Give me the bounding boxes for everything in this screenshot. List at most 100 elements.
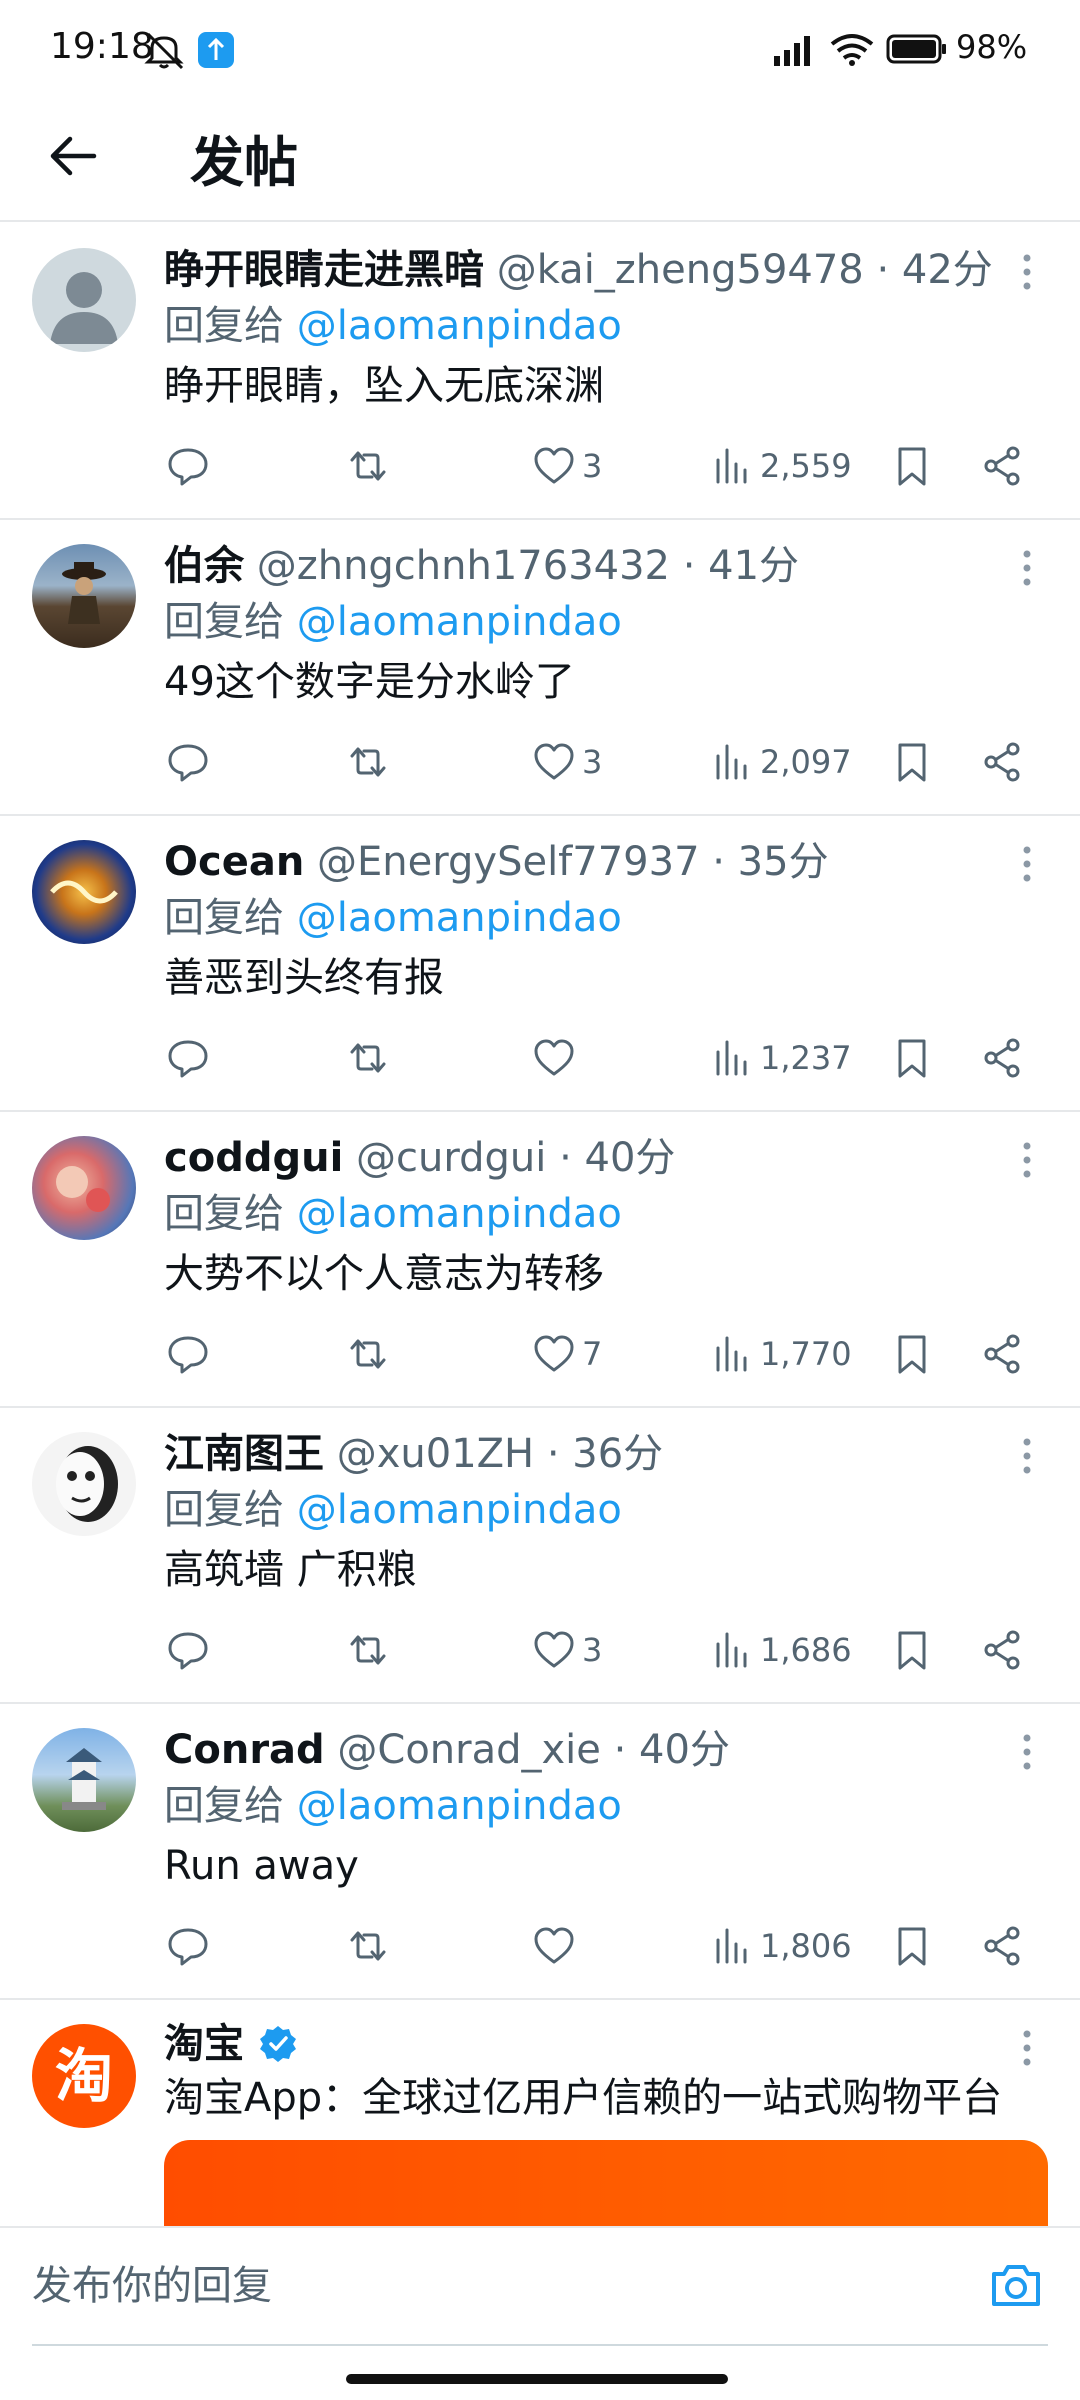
mention-link[interactable]: @laomanpindao [297, 1487, 622, 1533]
share-button[interactable] [980, 1030, 1024, 1086]
user-handle[interactable]: @EnergySelf77937 [317, 839, 699, 885]
views-icon [716, 1040, 747, 1076]
post-header: 睁开眼睛走进黑暗 @kai_zheng59478 · 42分 [164, 242, 1004, 298]
user-handle[interactable]: @xu01ZH [337, 1431, 534, 1477]
top-app-bar: 发帖 [0, 96, 1080, 222]
heart-icon [534, 743, 574, 780]
avatar[interactable] [32, 544, 136, 648]
post-actions: 3 1,686 [164, 1622, 1044, 1678]
reply-post[interactable]: Ocean @EnergySelf77937 · 35分 回复给 @laoman… [0, 816, 1080, 1112]
user-handle[interactable]: @zhngchnh1763432 [257, 543, 670, 589]
display-name[interactable]: coddgui [164, 1135, 343, 1181]
display-name[interactable]: 江南图王 [164, 1431, 324, 1477]
repost-icon [350, 1635, 386, 1665]
like-button[interactable]: 7 [532, 1326, 602, 1382]
mention-link[interactable]: @laomanpindao [297, 1783, 622, 1829]
views-icon [716, 744, 747, 780]
reply-button[interactable] [166, 1918, 210, 1974]
separator-dot: · [712, 839, 725, 885]
reply-post[interactable]: coddgui @curdgui · 40分 回复给 @laomanpindao… [0, 1112, 1080, 1408]
avatar[interactable] [32, 1728, 136, 1832]
reply-post[interactable]: 江南图王 @xu01ZH · 36分 回复给 @laomanpindao 高筑墙… [0, 1408, 1080, 1704]
views-button[interactable]: 1,237 [710, 1030, 852, 1086]
mention-link[interactable]: @laomanpindao [297, 895, 622, 941]
reply-button[interactable] [166, 1622, 210, 1678]
display-name[interactable]: Conrad [164, 1727, 325, 1773]
more-options-icon[interactable] [1012, 1434, 1042, 1478]
taobao-avatar[interactable]: 淘 [32, 2024, 136, 2128]
avatar[interactable] [32, 1432, 136, 1536]
reply-button[interactable] [166, 438, 210, 494]
share-button[interactable] [980, 1622, 1024, 1678]
user-handle[interactable]: @kai_zheng59478 [497, 247, 864, 293]
more-options-icon[interactable] [1012, 842, 1042, 886]
post-text: 善恶到头终有报 [164, 955, 444, 1001]
reply-post[interactable]: 伯余 @zhngchnh1763432 · 41分 回复给 @laomanpin… [0, 520, 1080, 816]
views-button[interactable]: 2,559 [710, 438, 852, 494]
avatar[interactable] [32, 1136, 136, 1240]
like-button[interactable] [532, 1918, 582, 1974]
views-button[interactable]: 1,770 [710, 1326, 852, 1382]
repost-button[interactable] [346, 1918, 390, 1974]
reply-button[interactable] [166, 734, 210, 790]
more-options-icon[interactable] [1012, 2026, 1042, 2070]
display-name[interactable]: Ocean [164, 839, 304, 885]
bookmark-button[interactable] [890, 1918, 934, 1974]
like-button[interactable]: 3 [532, 734, 602, 790]
bookmark-button[interactable] [890, 1326, 934, 1382]
views-button[interactable]: 2,097 [710, 734, 852, 790]
display-name[interactable]: 伯余 [164, 543, 244, 589]
battery-icon [886, 34, 946, 64]
avatar[interactable] [32, 840, 136, 944]
camera-icon[interactable] [988, 2258, 1044, 2314]
promoted-post[interactable]: 淘 淘宝 淘宝App：全球过亿用户信赖的一站式购物平台 [0, 2000, 1080, 2240]
like-button[interactable]: 3 [532, 1622, 602, 1678]
share-button[interactable] [980, 438, 1024, 494]
bookmark-button[interactable] [890, 438, 934, 494]
more-options-icon[interactable] [1012, 1138, 1042, 1182]
view-count: 1,770 [760, 1335, 852, 1373]
more-options-icon[interactable] [1012, 1730, 1042, 1774]
like-button[interactable]: 3 [532, 438, 602, 494]
repost-button[interactable] [346, 1622, 390, 1678]
taobao-logo-glyph: 淘 [54, 2042, 113, 2110]
repost-button[interactable] [346, 438, 390, 494]
reply-post[interactable]: 睁开眼睛走进黑暗 @kai_zheng59478 · 42分 回复给 @laom… [0, 224, 1080, 520]
reply-input[interactable] [32, 2256, 912, 2316]
views-button[interactable]: 1,806 [710, 1918, 852, 1974]
heart-icon [534, 1927, 574, 1964]
repost-button[interactable] [346, 1030, 390, 1086]
post-time: 36分 [572, 1431, 664, 1477]
avatar[interactable] [32, 248, 136, 352]
user-handle[interactable]: @curdgui [356, 1135, 546, 1181]
share-icon [984, 1926, 1020, 1966]
mention-link[interactable]: @laomanpindao [297, 599, 622, 645]
share-icon [984, 742, 1020, 782]
display-name[interactable]: 睁开眼睛走进黑暗 [164, 247, 484, 293]
replying-to: 回复给 @laomanpindao [164, 1482, 622, 1538]
user-handle[interactable]: @Conrad_xie [337, 1727, 601, 1773]
wifi-icon [830, 34, 874, 66]
reply-button[interactable] [166, 1030, 210, 1086]
repost-button[interactable] [346, 734, 390, 790]
bookmark-button[interactable] [890, 734, 934, 790]
back-arrow-icon[interactable] [44, 126, 104, 186]
share-button[interactable] [980, 734, 1024, 790]
reply-icon [168, 1632, 208, 1670]
display-name[interactable]: 淘宝 [164, 2016, 244, 2072]
bookmark-button[interactable] [890, 1622, 934, 1678]
ad-banner-image[interactable] [164, 2140, 1048, 2240]
like-button[interactable] [532, 1030, 582, 1086]
views-button[interactable]: 1,686 [710, 1622, 852, 1678]
reply-button[interactable] [166, 1326, 210, 1382]
more-options-icon[interactable] [1012, 546, 1042, 590]
share-button[interactable] [980, 1918, 1024, 1974]
repost-button[interactable] [346, 1326, 390, 1382]
bookmark-button[interactable] [890, 1030, 934, 1086]
more-options-icon[interactable] [1012, 250, 1042, 294]
reply-post[interactable]: Conrad @Conrad_xie · 40分 回复给 @laomanpind… [0, 1704, 1080, 2000]
mention-link[interactable]: @laomanpindao [297, 1191, 622, 1237]
share-button[interactable] [980, 1326, 1024, 1382]
gesture-home-bar[interactable] [346, 2374, 728, 2384]
mention-link[interactable]: @laomanpindao [297, 303, 622, 349]
